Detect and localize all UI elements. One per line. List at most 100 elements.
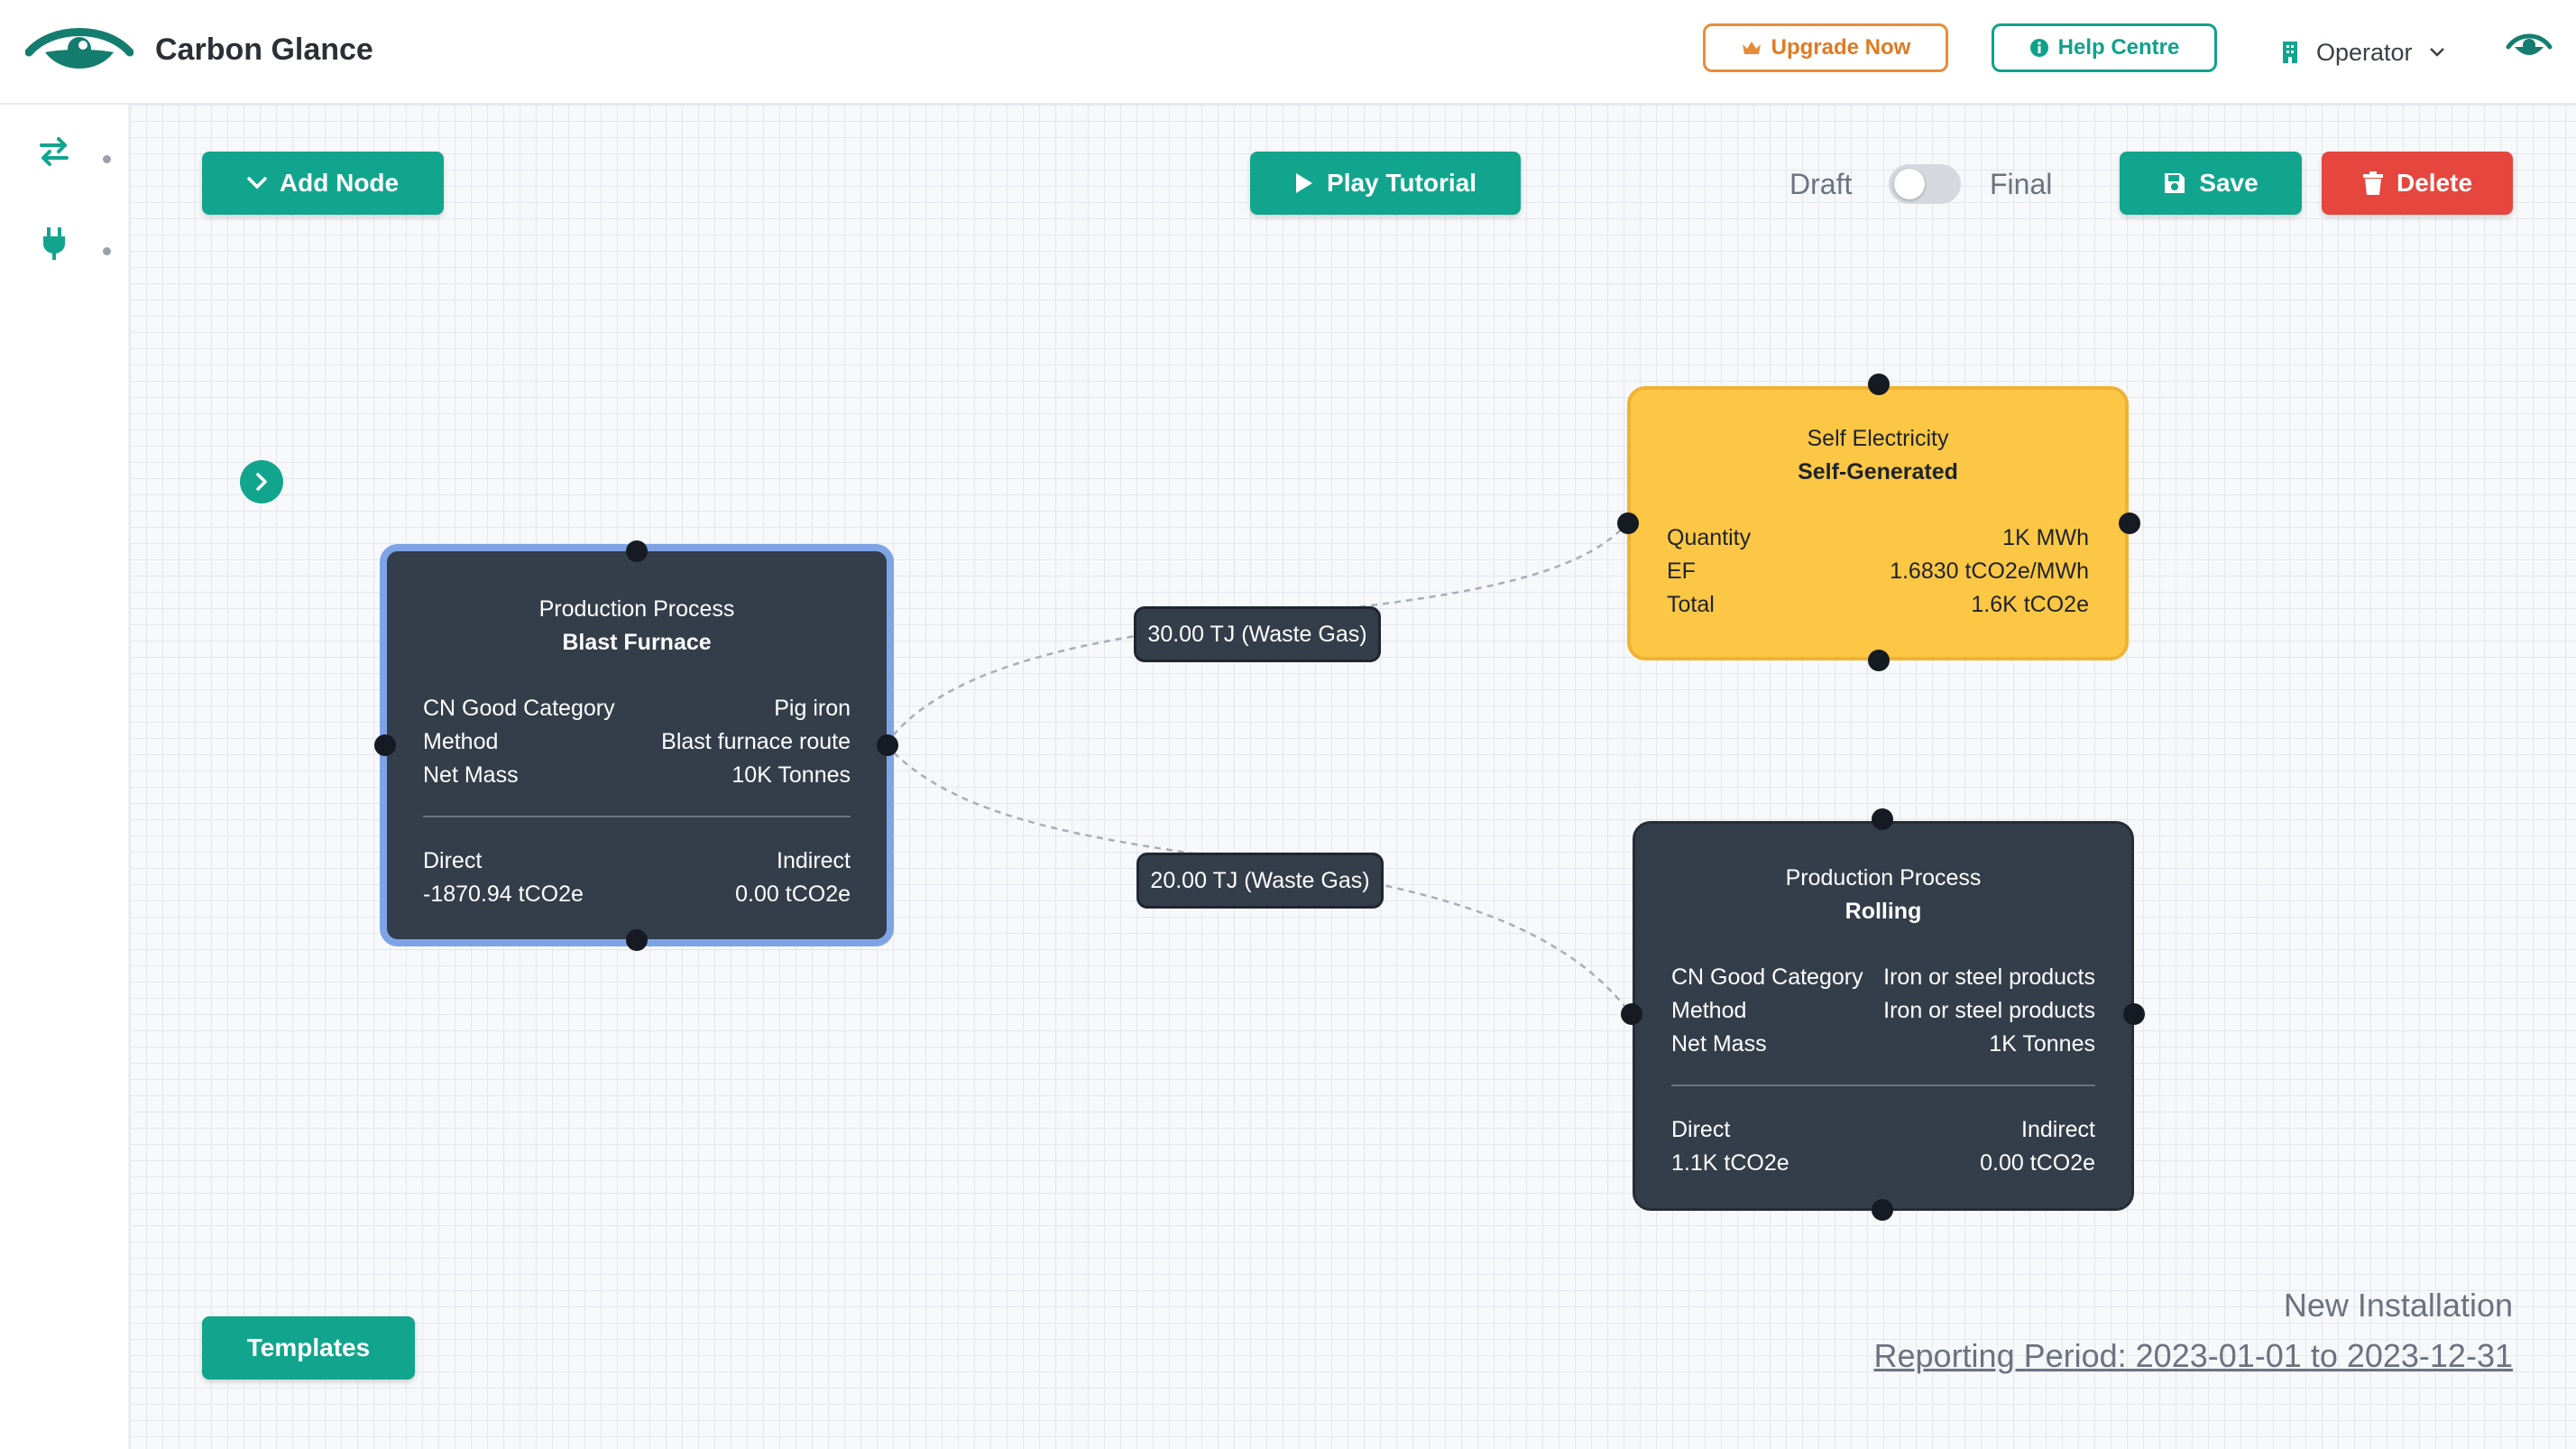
draft-label: Draft: [1789, 168, 1853, 200]
node-field-row: Quantity 1K MWh: [1667, 521, 2089, 555]
node-type: Production Process: [1785, 865, 1982, 891]
node-type: Self Electricity: [1807, 426, 1949, 451]
handle-electricity-right[interactable]: [2119, 512, 2140, 534]
handle-rolling-right[interactable]: [2123, 1003, 2145, 1025]
node-header: Production Process Rolling: [1671, 862, 2095, 928]
chevron-down-icon: [2429, 48, 2444, 57]
add-node-label: Add Node: [279, 169, 400, 197]
field-label: CN Good Category: [423, 696, 615, 721]
field-value: Pig iron: [774, 696, 851, 721]
handle-rolling-bottom[interactable]: [1872, 1199, 1893, 1221]
handle-rolling-top[interactable]: [1872, 808, 1893, 830]
operator-menu[interactable]: Operator: [2280, 34, 2445, 70]
field-label: Quantity: [1667, 525, 1752, 550]
handle-blast-left[interactable]: [374, 734, 396, 756]
direct-label: Direct: [423, 848, 483, 873]
field-value: Blast furnace route: [661, 729, 851, 754]
direct-value: 1.1K tCO2e: [1671, 1150, 1789, 1176]
upgrade-now-button[interactable]: Upgrade Now: [1703, 23, 1948, 72]
indirect-value: 0.00 tCO2e: [735, 881, 851, 907]
play-tutorial-label: Play Tutorial: [1327, 169, 1477, 197]
play-icon: [1296, 173, 1313, 193]
handle-blast-top[interactable]: [626, 540, 648, 562]
handle-electricity-bottom[interactable]: [1868, 650, 1890, 671]
indirect-value: 0.00 tCO2e: [1980, 1150, 2095, 1176]
node-divider: [423, 816, 851, 817]
play-tutorial-button[interactable]: Play Tutorial: [1250, 152, 1521, 215]
upgrade-now-label: Upgrade Now: [1771, 35, 1911, 60]
field-value: 10K Tonnes: [731, 762, 851, 788]
field-label: CN Good Category: [1671, 964, 1863, 990]
node-divider: [1671, 1084, 2095, 1086]
operator-label: Operator: [2316, 38, 2413, 66]
node-blast-furnace[interactable]: Production Process Blast Furnace CN Good…: [380, 544, 894, 946]
emissions-labels-row: Direct Indirect: [1671, 1113, 2095, 1147]
node-field-row: Method Iron or steel products: [1671, 994, 2095, 1028]
delete-button[interactable]: Delete: [2322, 152, 2513, 215]
crown-icon: [1742, 42, 1761, 54]
node-rolling[interactable]: Production Process Rolling CN Good Categ…: [1633, 821, 2134, 1211]
help-centre-label: Help Centre: [2057, 35, 2180, 60]
node-field-row: EF 1.6830 tCO2e/MWh: [1667, 555, 2089, 588]
node-title: Rolling: [1845, 899, 1922, 924]
help-centre-button[interactable]: Help Centre: [1992, 23, 2217, 72]
final-label: Final: [1990, 168, 2053, 200]
handle-blast-right[interactable]: [877, 734, 898, 756]
emissions-labels-row: Direct Indirect: [423, 844, 851, 878]
emissions-values-row: 1.1K tCO2e 0.00 tCO2e: [1671, 1147, 2095, 1180]
edge-label-rolling[interactable]: 20.00 TJ (Waste Gas): [1136, 853, 1384, 909]
expand-sidebar-button[interactable]: [240, 460, 283, 503]
field-value: 1.6830 tCO2e/MWh: [1890, 558, 2089, 584]
handle-electricity-top[interactable]: [1868, 374, 1890, 395]
node-field-row: CN Good Category Pig iron: [423, 692, 851, 725]
plug-icon[interactable]: [36, 226, 72, 262]
handle-electricity-left[interactable]: [1617, 512, 1639, 534]
brand-name: Carbon Glance: [155, 32, 373, 67]
indirect-label: Indirect: [2021, 1117, 2095, 1142]
top-bar: Carbon Glance Upgrade Now Help Centre Op…: [0, 0, 2576, 105]
save-label: Save: [2199, 169, 2259, 197]
field-label: Method: [1671, 998, 1747, 1023]
draft-final-toggle[interactable]: [1889, 164, 1961, 204]
handle-rolling-left[interactable]: [1621, 1003, 1642, 1025]
node-field-row: Net Mass 10K Tonnes: [423, 759, 851, 792]
node-header: Self Electricity Self-Generated: [1667, 422, 2089, 489]
sidebar: [0, 105, 130, 1449]
delete-label: Delete: [2396, 169, 2473, 197]
node-field-row: Net Mass 1K Tonnes: [1671, 1028, 2095, 1061]
templates-label: Templates: [246, 1334, 371, 1361]
eye-icon[interactable]: [2506, 31, 2553, 63]
node-self-electricity[interactable]: Self Electricity Self-Generated Quantity…: [1627, 386, 2129, 660]
field-value: 1.6K tCO2e: [1971, 592, 2089, 617]
edge-label-electricity[interactable]: 30.00 TJ (Waste Gas): [1134, 606, 1381, 662]
building-icon: [2283, 42, 2297, 63]
node-header: Production Process Blast Furnace: [423, 593, 851, 660]
direct-label: Direct: [1671, 1117, 1731, 1142]
field-value: Iron or steel products: [1883, 964, 2095, 990]
toggle-knob: [1894, 169, 1925, 199]
field-label: Net Mass: [423, 762, 519, 788]
direct-value: -1870.94 tCO2e: [423, 881, 584, 907]
field-label: EF: [1667, 558, 1696, 584]
reporting-period-link[interactable]: Reporting Period: 2023-01-01 to 2023-12-…: [1874, 1337, 2514, 1375]
installation-name: New Installation: [2283, 1287, 2513, 1324]
node-type: Production Process: [538, 596, 735, 622]
field-value: Iron or steel products: [1883, 998, 2095, 1023]
node-title: Blast Furnace: [562, 630, 712, 655]
eye-logo-icon: [25, 28, 133, 69]
sidebar-dot: [103, 155, 111, 163]
handle-blast-bottom[interactable]: [626, 929, 648, 951]
field-value: 1K Tonnes: [1989, 1031, 2095, 1057]
swap-arrows-icon[interactable]: [36, 134, 72, 170]
save-button[interactable]: Save: [2120, 152, 2302, 215]
templates-button[interactable]: Templates: [202, 1316, 415, 1380]
indirect-label: Indirect: [777, 848, 851, 873]
field-label: Method: [423, 729, 499, 754]
emissions-values-row: -1870.94 tCO2e 0.00 tCO2e: [423, 878, 851, 911]
add-node-button[interactable]: Add Node: [202, 152, 444, 215]
trash-icon: [2362, 171, 2383, 195]
chevron-right-icon: [256, 473, 267, 491]
chevron-down-icon: [247, 177, 267, 189]
node-field-row: Total 1.6K tCO2e: [1667, 588, 2089, 622]
field-value: 1K MWh: [2002, 525, 2089, 550]
